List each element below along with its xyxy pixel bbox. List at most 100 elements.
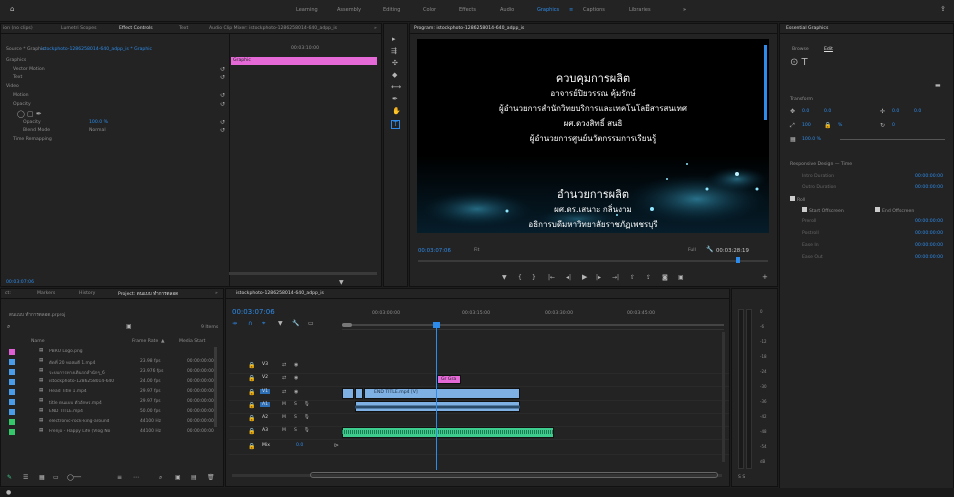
ruler-scroll[interactable] <box>342 324 724 326</box>
intro-duration-value[interactable]: 00:00:00:00 <box>915 174 943 179</box>
label-color-swatch[interactable] <box>9 389 15 395</box>
list-item[interactable]: ▤ title ตนแบบ ตัวอักษร.mp4 29.97 fps 00:00:… <box>9 398 214 407</box>
roll-checkbox[interactable]: Roll <box>790 196 805 203</box>
ease-in-value[interactable]: 00:00:00:00 <box>915 243 943 248</box>
tab-info[interactable]: ion (no clips) <box>3 26 33 31</box>
workspace-libraries[interactable]: Libraries <box>629 7 651 13</box>
add-button-icon[interactable]: + <box>762 274 768 281</box>
ripple-edit-tool-icon[interactable]: ✣ <box>392 60 398 67</box>
hand-tool-icon[interactable]: ✋ <box>392 108 401 115</box>
tab-markers[interactable]: Markers <box>37 291 55 296</box>
blend-mode-select[interactable]: Normal <box>89 128 106 133</box>
new-layer-icon[interactable]: ▬ <box>935 82 941 89</box>
track-header[interactable]: 🔒 V3 ⇄ ◉ <box>248 361 340 372</box>
comparison-icon[interactable]: ▣ <box>678 274 684 281</box>
reset-icon[interactable]: ↺ <box>220 128 226 134</box>
track-header[interactable]: 🔒 A2 M S 🎙 <box>248 414 340 425</box>
sequence-label[interactable]: istockphoto-1286258014-640_adpp_is * Gra… <box>41 47 152 52</box>
track-header[interactable]: 🔒 A3 M S 🎙 <box>248 427 340 438</box>
motion-effect[interactable]: Motion <box>13 93 29 98</box>
list-item[interactable]: ▤ electronic-rock-king-around 44100 Hz 00:0… <box>9 418 214 427</box>
sync-lock-icon[interactable]: ⇄ <box>282 362 286 368</box>
ec-scrollbar[interactable] <box>229 272 377 275</box>
tab-effect-controls[interactable]: Effect Controls <box>119 26 153 31</box>
reset-icon[interactable]: ↺ <box>220 67 226 73</box>
list-item[interactable]: ▤ PBRU Logo.png <box>9 348 213 357</box>
mic-icon[interactable]: 🎙 <box>304 402 310 407</box>
mic-icon[interactable]: 🎙 <box>304 428 310 433</box>
play-icon[interactable]: ▶ <box>582 274 587 281</box>
end-offscreen-checkbox[interactable]: End Offscreen <box>875 207 914 214</box>
freeform-view-icon[interactable]: ▭ <box>53 474 59 481</box>
mask-tools[interactable]: ◯ ▢ ✒ <box>17 110 42 118</box>
lock-icon[interactable]: 🔒 <box>248 389 255 396</box>
snap-icon[interactable]: ⇸ <box>232 320 237 327</box>
linked-selection-icon[interactable]: ∩ <box>248 320 252 327</box>
label-color-swatch[interactable] <box>9 409 15 415</box>
label-color-swatch[interactable] <box>9 399 15 405</box>
eye-icon[interactable]: ◉ <box>294 362 298 368</box>
tabs-overflow-icon[interactable]: » <box>215 291 218 296</box>
delete-icon[interactable]: 🗑 <box>207 474 215 481</box>
checkbox-icon[interactable] <box>790 196 795 201</box>
sort-icons-icon[interactable]: ≡ <box>117 474 122 481</box>
program-scrollbar[interactable] <box>764 45 767 120</box>
tab-history[interactable]: History <box>79 291 95 296</box>
camera-icon[interactable]: ◙ <box>662 274 668 281</box>
solo-icon[interactable]: S <box>294 415 297 420</box>
track-select-tool-icon[interactable]: ⇶ <box>391 48 397 55</box>
timeline-timecode[interactable]: 00:03:07:06 <box>232 308 275 316</box>
time-remapping[interactable]: Time Remapping <box>13 137 52 142</box>
opacity-effect[interactable]: Opacity <box>13 102 31 107</box>
type-tool-icon[interactable]: T <box>391 120 400 129</box>
go-to-in-icon[interactable]: |← <box>548 274 555 281</box>
list-item[interactable]: ▤ Frenjo - Happy Life (Vlog No 44100 Hz 00:… <box>9 428 214 437</box>
tab-audio-clip-mixer[interactable]: Audio Clip Mixer: istockphoto-1286258014… <box>209 26 337 31</box>
label-color-swatch[interactable] <box>9 429 15 435</box>
reset-icon[interactable]: ↺ <box>220 75 226 81</box>
pen-icon[interactable]: ✎ <box>7 474 12 481</box>
find-icon[interactable]: ⌕ <box>159 474 162 481</box>
extract-icon[interactable]: ⇪ <box>646 274 651 281</box>
lock-icon[interactable]: 🔒 <box>248 415 255 422</box>
workspace-color[interactable]: Color <box>423 7 436 13</box>
reset-icon[interactable]: ↺ <box>220 102 226 108</box>
go-to-out-icon[interactable]: →| <box>612 274 619 281</box>
filter-icon[interactable]: ▼ <box>339 279 344 286</box>
sort-icon[interactable]: ▲ <box>161 339 165 344</box>
timeline-hscroll-handle[interactable] <box>310 472 718 478</box>
list-item[interactable]: ▤ Head Title 1.mp4 29.97 fps 00:00:00:00 <box>9 388 214 397</box>
eye-icon[interactable]: ◉ <box>294 389 298 395</box>
tab-text[interactable]: Text <box>179 26 188 31</box>
track-header[interactable]: 🔒 V2 ⇄ ◉ <box>248 374 340 385</box>
checkbox-icon[interactable] <box>875 207 880 212</box>
lock-icon[interactable]: 🔒 <box>248 362 255 369</box>
eg-opacity-slider[interactable] <box>840 139 945 140</box>
workspace-menu-icon[interactable]: ≡ <box>569 7 573 13</box>
marker-icon[interactable]: ▼ <box>502 274 507 281</box>
opacity-value[interactable]: 100.0 % <box>89 120 108 125</box>
col-media-start[interactable]: Media Start <box>179 339 205 344</box>
preroll-value[interactable]: 00:00:00:00 <box>915 219 943 224</box>
lock-icon[interactable]: 🔒 <box>248 375 255 382</box>
workspace-overflow-icon[interactable]: » <box>683 7 686 13</box>
mark-out-icon[interactable]: } <box>532 274 536 281</box>
eye-icon[interactable]: ◉ <box>294 375 298 381</box>
captions-icon[interactable]: ▭ <box>308 320 314 327</box>
list-item[interactable]: ▤ istockphoto-1286258014-640 24.00 fps 00:0… <box>9 378 214 387</box>
search-icon[interactable]: ⌕ <box>7 323 10 330</box>
wrench-icon[interactable]: 🔧 <box>706 246 713 253</box>
solo-icon[interactable]: S <box>294 402 297 407</box>
label-color-swatch[interactable] <box>9 359 15 365</box>
mute-icon[interactable]: M <box>282 415 286 420</box>
project-scrollbar[interactable] <box>214 347 217 427</box>
mute-icon[interactable]: M <box>282 428 286 433</box>
track-header[interactable]: 🔒 V1 ⇄ ◉ <box>248 388 340 399</box>
col-frame-rate[interactable]: Frame Rate <box>132 339 158 344</box>
label-color-swatch[interactable] <box>9 419 15 425</box>
lift-icon[interactable]: ⇧ <box>630 274 635 281</box>
track-label[interactable]: V2 <box>260 375 270 380</box>
list-item[interactable]: ▤ ตัดที่ 20 หอสมดี 1.mp4 23.98 fps 00:00:00… <box>9 358 214 367</box>
lock-icon[interactable]: 🔒 <box>248 428 255 435</box>
step-back-icon[interactable]: ◂| <box>566 274 571 281</box>
